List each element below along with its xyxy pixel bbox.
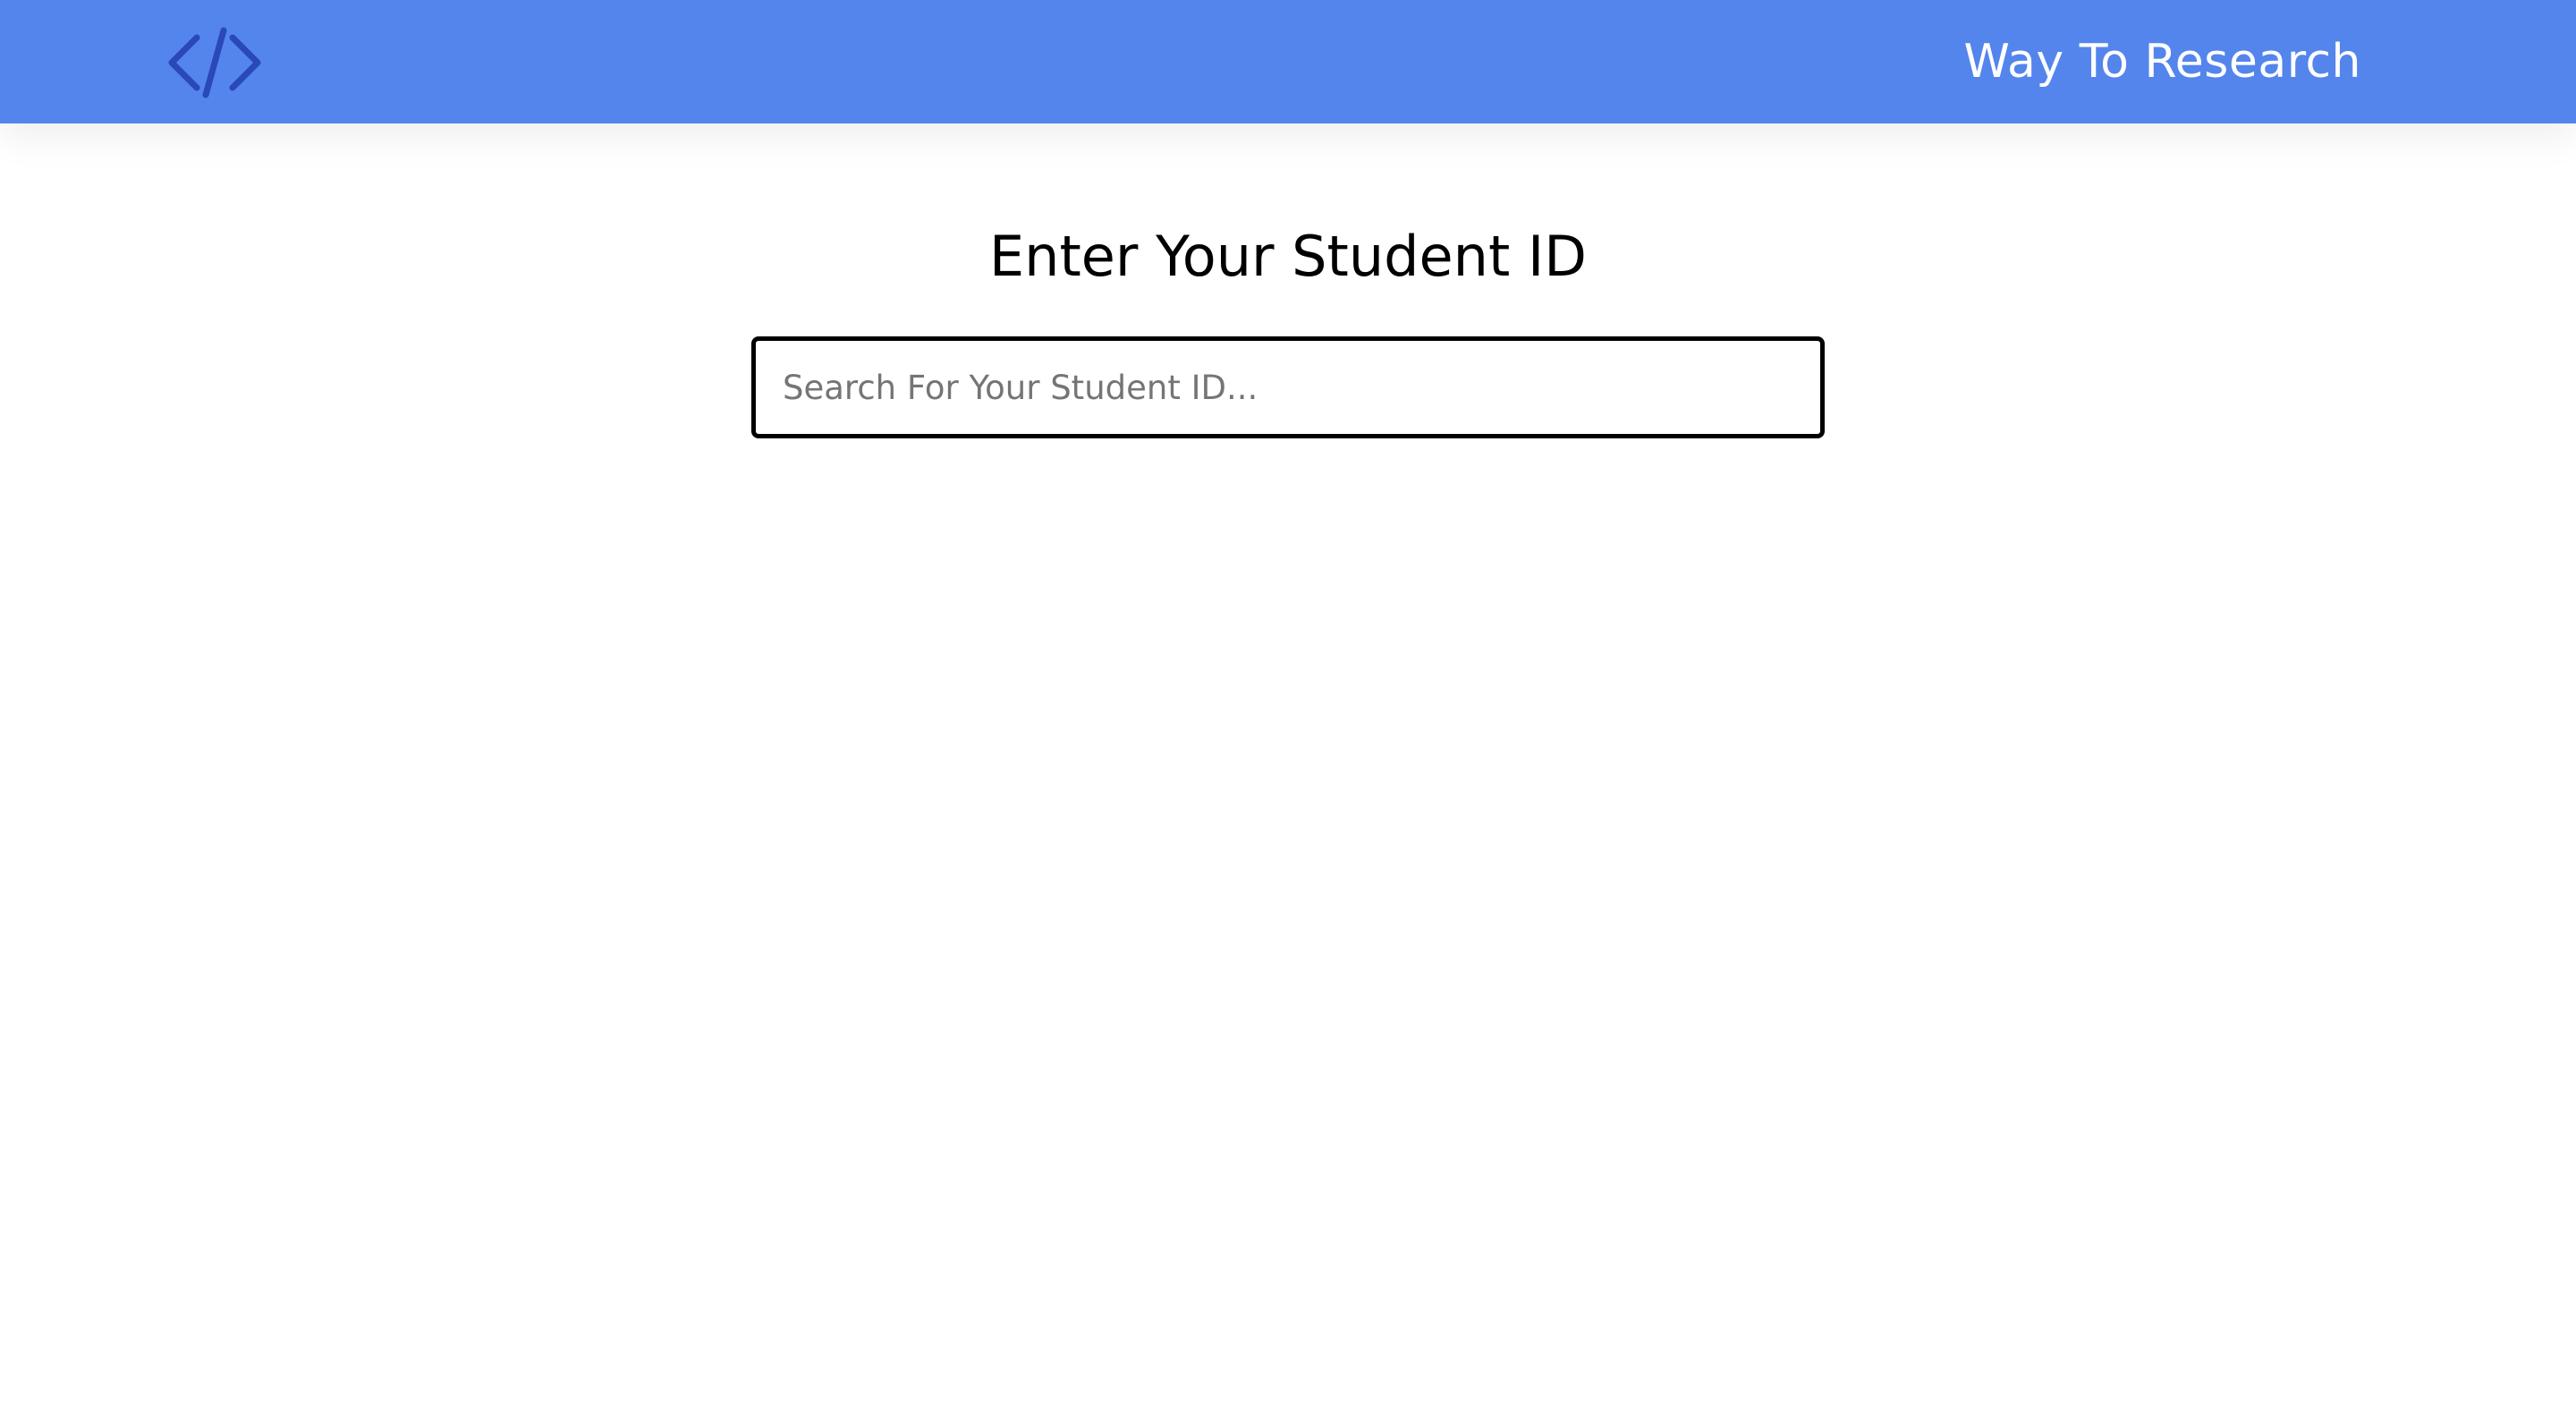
top-navbar: Way To Research — [0, 0, 2576, 123]
brand-title[interactable]: Way To Research — [1963, 30, 2361, 93]
main-content: Enter Your Student ID — [0, 123, 2576, 1410]
code-brackets-icon[interactable] — [166, 25, 263, 100]
page-title: Enter Your Student ID — [989, 224, 1587, 289]
student-id-search-input[interactable] — [751, 336, 1825, 438]
